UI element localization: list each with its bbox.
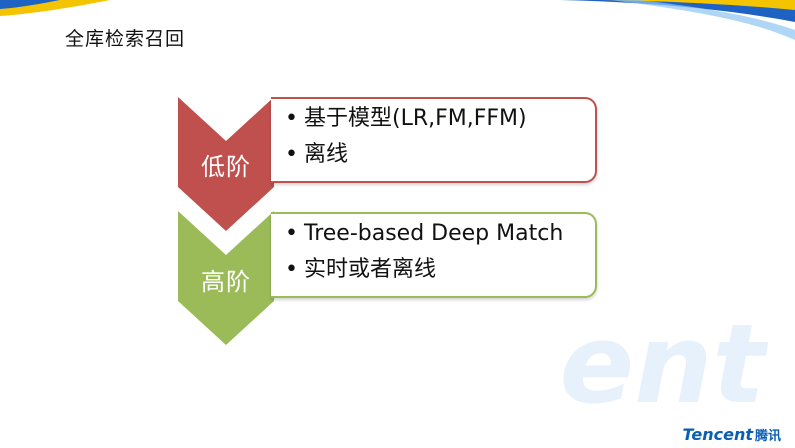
tier-high-box: Tree-based Deep Match 实时或者离线: [271, 212, 597, 298]
tier-low-item: 基于模型(LR,FM,FFM): [285, 101, 595, 137]
tier-high-item: Tree-based Deep Match: [285, 216, 595, 252]
brand-watermark: ent: [559, 300, 766, 428]
tencent-logo: Tencent 腾讯: [683, 425, 781, 444]
brand-name-zh: 腾讯: [754, 429, 781, 444]
brand-name-en: Tencent: [682, 425, 753, 444]
tier-low-item: 离线: [285, 137, 595, 173]
tier-high-item: 实时或者离线: [285, 252, 595, 288]
tier-high-label: 高阶: [201, 268, 251, 296]
tier-low-box: 基于模型(LR,FM,FFM) 离线: [271, 97, 597, 183]
tier-low-label: 低阶: [201, 153, 251, 181]
